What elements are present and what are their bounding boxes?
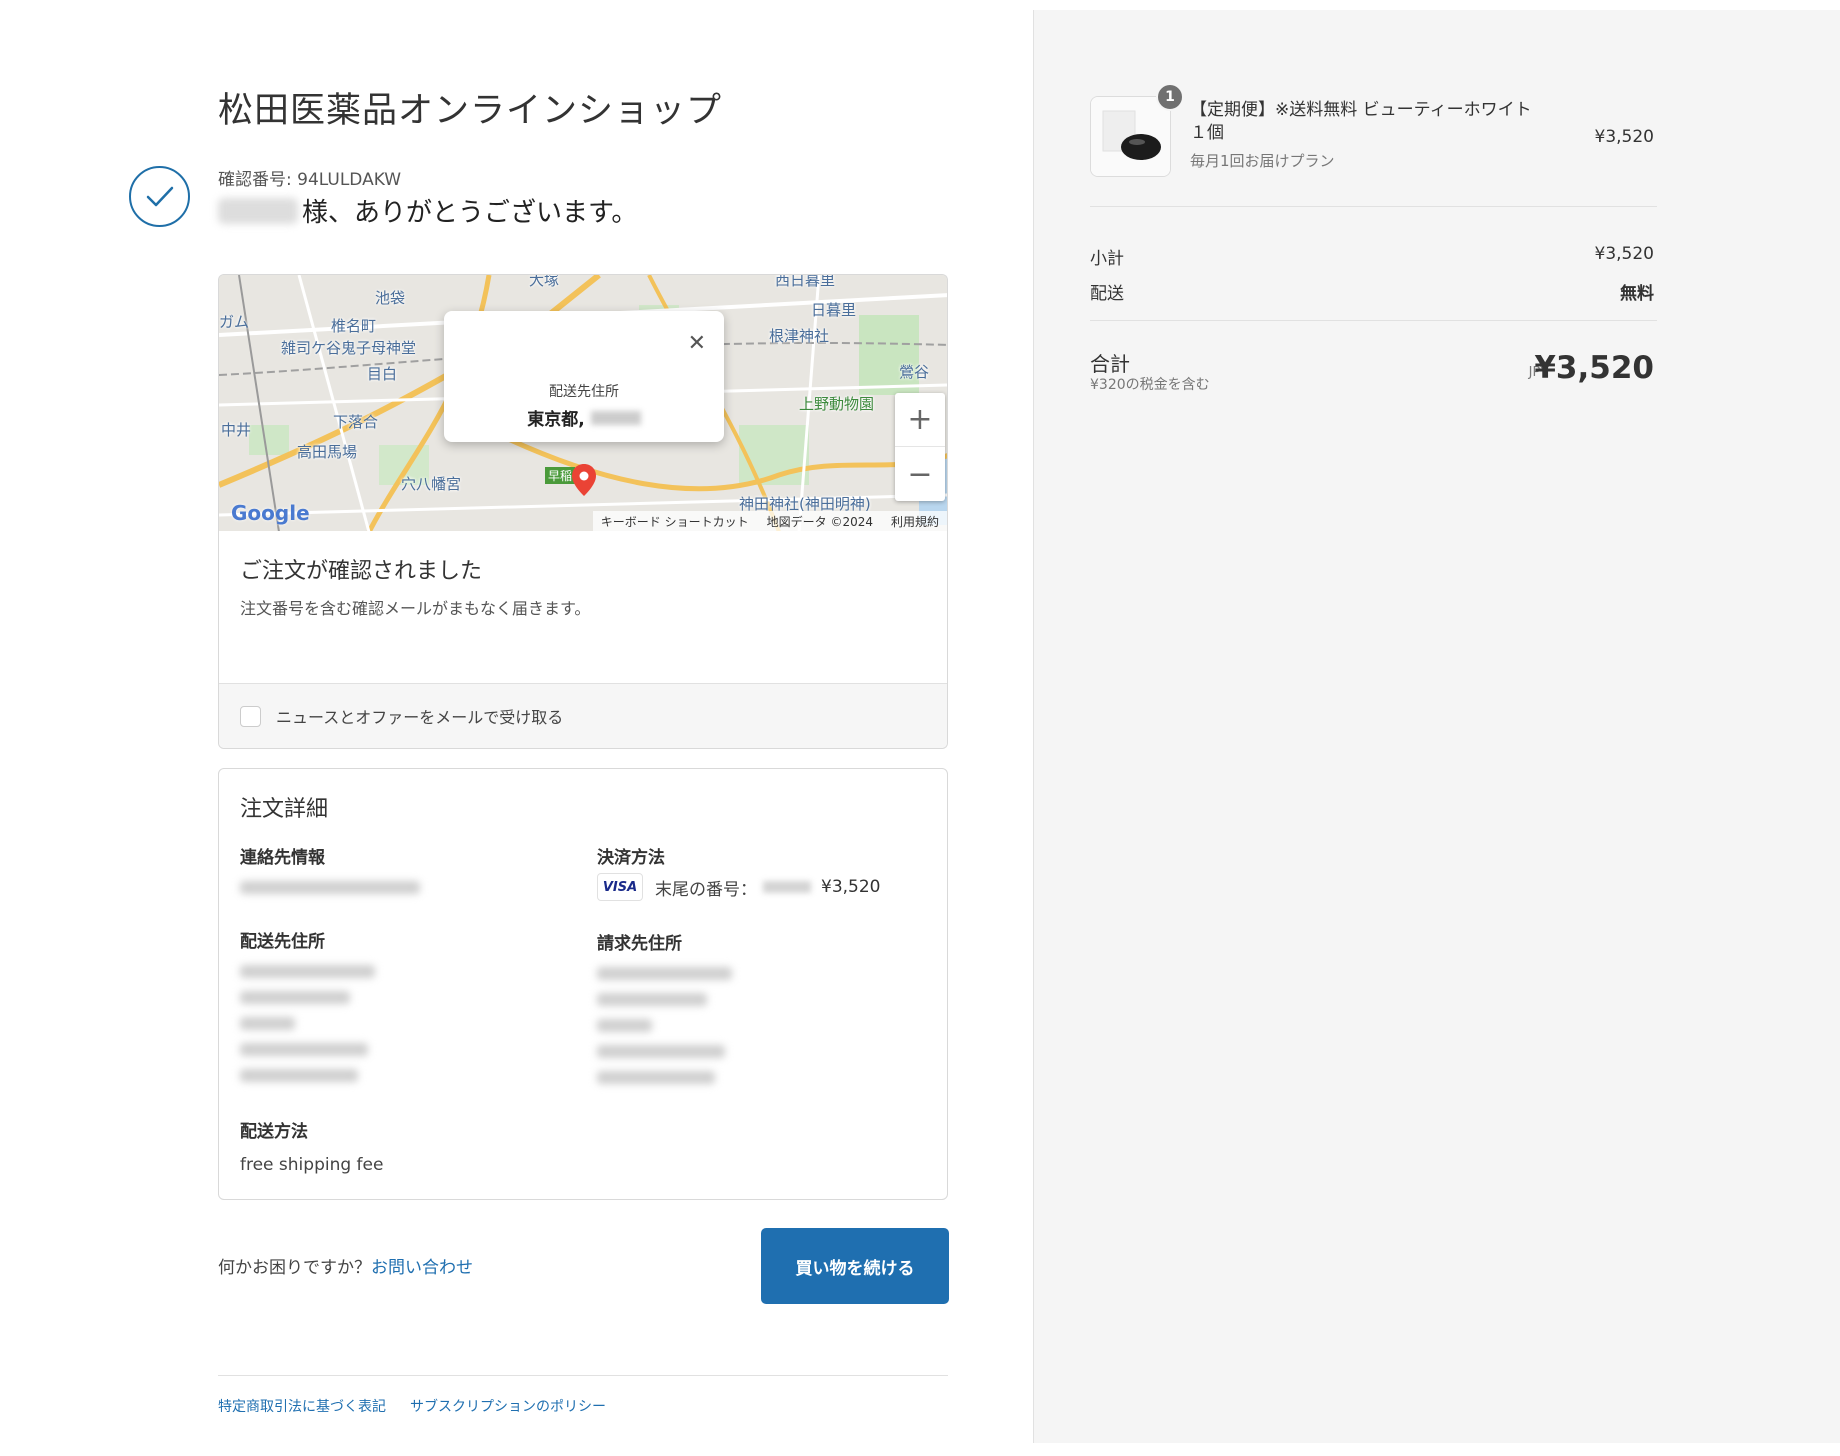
map-data-text: 地図データ ©2024 [766, 514, 873, 529]
map-label-takadanobaba: 高田馬場 [297, 443, 358, 461]
map-label-otsuka: 大塚 [529, 274, 560, 289]
payment-method: VISA 末尾の番号： ¥3,520 [597, 873, 880, 901]
map-attribution: キーボード ショートカット 地図データ ©2024 利用規約 [592, 511, 947, 531]
location-pin-icon[interactable] [571, 463, 597, 497]
billing-address-redacted-line [597, 1019, 652, 1032]
shipping-label: 配送 [1090, 284, 1124, 304]
newsletter-optin[interactable]: ニュースとオファーをメールで受け取る [219, 683, 947, 748]
visa-card-icon: VISA [597, 873, 643, 901]
legal-notice-link[interactable]: 特定商取引法に基づく表記 [218, 1396, 386, 1416]
shipping-value: 無料 [1620, 284, 1654, 304]
contact-email-redacted [240, 881, 420, 894]
order-confirmed-title: ご注文が確認されました [240, 559, 483, 584]
map-label-shiinamachi: 椎名町 [331, 317, 377, 335]
billing-address-redacted-line [597, 993, 707, 1006]
help-text: 何かお困りですか？お問い合わせ [218, 1253, 473, 1278]
shipping-address-redacted-line [240, 1017, 295, 1030]
shipping-method-value: free shipping fee [240, 1155, 384, 1175]
popup-address: 東京都, [444, 405, 724, 430]
shipping-method-heading: 配送方法 [240, 1122, 308, 1142]
zoom-in-button[interactable]: + [895, 393, 945, 447]
close-icon[interactable]: ✕ [688, 331, 706, 356]
thanks-message: 様、ありがとうございます。 [218, 192, 637, 229]
map-label-ikebukuro: 池袋 [375, 289, 406, 307]
map-label-uguisudani: 鶯谷 [899, 363, 930, 381]
product-image [1090, 96, 1171, 177]
product-price: ¥3,520 [1594, 127, 1654, 147]
shipping-address-redacted-line [240, 1069, 358, 1082]
contact-heading: 連絡先情報 [240, 848, 325, 868]
total-label: 合計 [1090, 352, 1130, 376]
map-label-shimo-ochiai: 下落合 [333, 413, 379, 431]
product-plan: 毎月1回お届けプラン [1190, 152, 1335, 170]
payment-heading: 決済方法 [597, 848, 665, 868]
card-ending-label: 末尾の番号： [655, 879, 757, 900]
card-digits-redacted [763, 881, 811, 893]
newsletter-label[interactable]: ニュースとオファーをメールで受け取る [276, 704, 563, 728]
thanks-text: 様、ありがとうございます。 [302, 198, 638, 228]
zoom-controls: + − [895, 393, 945, 501]
billing-address-redacted-line [597, 1071, 715, 1084]
order-confirmed-box: ご注文が確認されました 注文番号を含む確認メールがまもなく届きます。 ニュースと… [218, 531, 948, 749]
map-label-ueno-zoo: 上野動物園 [799, 395, 875, 413]
tax-note: ¥320の税金を含む [1090, 377, 1210, 393]
subtotal-label: 小計 [1090, 249, 1124, 269]
map-label-nezu-shrine: 根津神社 [769, 327, 830, 345]
check-circle-icon [129, 166, 190, 227]
shipping-address-redacted-line [240, 1043, 368, 1056]
payment-amount: ¥3,520 [821, 877, 881, 897]
summary-divider [1090, 206, 1657, 207]
map-label-zoshigaya: 雑司ケ谷鬼子母神堂 [281, 339, 417, 357]
subtotal-value: ¥3,520 [1594, 244, 1654, 264]
newsletter-checkbox[interactable] [240, 705, 261, 727]
map-label-nakai: 中井 [221, 421, 252, 439]
map-label-anahachimangu: 穴八幡宮 [401, 475, 462, 493]
popup-label: 配送先住所 [549, 384, 619, 400]
keyboard-shortcuts-link[interactable]: キーボード ショートカット [601, 513, 749, 530]
delivery-map[interactable]: 池袋 大塚 西日暮里 日暮里 椎名町 雑司ケ谷鬼子母神堂 根津神社 目白 鶯谷 … [218, 274, 948, 531]
map-label-nippori: 日暮里 [811, 301, 857, 319]
map-label-nishi-nippori: 西日暮里 [775, 274, 836, 289]
billing-address-heading: 請求先住所 [597, 934, 682, 954]
customer-name-redacted [218, 197, 298, 224]
checkout-main: 松田医薬品オンラインショップ 確認番号: 94LULDAKW 様、ありがとうござ… [0, 0, 1032, 1456]
subscription-policy-link[interactable]: サブスクリプションのポリシー [410, 1396, 606, 1416]
billing-address-redacted-line [597, 967, 732, 980]
order-confirmed-description: 注文番号を含む確認メールがまもなく届きます。 [240, 599, 591, 618]
order-details-title: 注文詳細 [240, 797, 329, 822]
map-info-popup: ✕ 配送先住所 東京都, [444, 311, 724, 442]
help-question: 何かお困りですか？ [218, 1258, 371, 1278]
confirmation-number: 確認番号: 94LULDAKW [218, 170, 402, 190]
map-label-edge: ガム [219, 313, 250, 331]
shop-title[interactable]: 松田医薬品オンラインショップ [218, 82, 722, 133]
product-thumbnail-graphic [1091, 97, 1170, 176]
address-redacted [590, 410, 641, 425]
order-summary: 1 【定期便】※送料無料 ビューティーホワイト １個 毎月1回お届けプラン ¥3… [1033, 10, 1840, 1443]
shipping-address-redacted-line [240, 965, 375, 978]
order-details: 注文詳細 連絡先情報 決済方法 VISA 末尾の番号： ¥3,520 配送先住所… [218, 768, 948, 1200]
terms-link[interactable]: 利用規約 [891, 513, 939, 530]
shipping-address-redacted-line [240, 991, 350, 1004]
footer-links: 特定商取引法に基づく表記 サブスクリプションのポリシー [218, 1396, 606, 1416]
google-logo[interactable]: Google [231, 501, 310, 525]
zoom-out-button[interactable]: − [895, 447, 945, 501]
contact-link[interactable]: お問い合わせ [371, 1258, 473, 1278]
total-amount: ¥3,520 [1534, 350, 1654, 386]
billing-address-redacted-line [597, 1045, 725, 1058]
continue-shopping-button[interactable]: 買い物を続ける [761, 1228, 949, 1304]
popup-address-text: 東京都, [527, 410, 585, 430]
product-name: 【定期便】※送料無料 ビューティーホワイト １個 [1190, 100, 1549, 143]
shipping-address-heading: 配送先住所 [240, 932, 325, 952]
map-label-mejiro: 目白 [367, 365, 398, 383]
footer-divider [218, 1375, 948, 1376]
summary-divider [1090, 320, 1657, 321]
quantity-badge: 1 [1156, 83, 1184, 111]
